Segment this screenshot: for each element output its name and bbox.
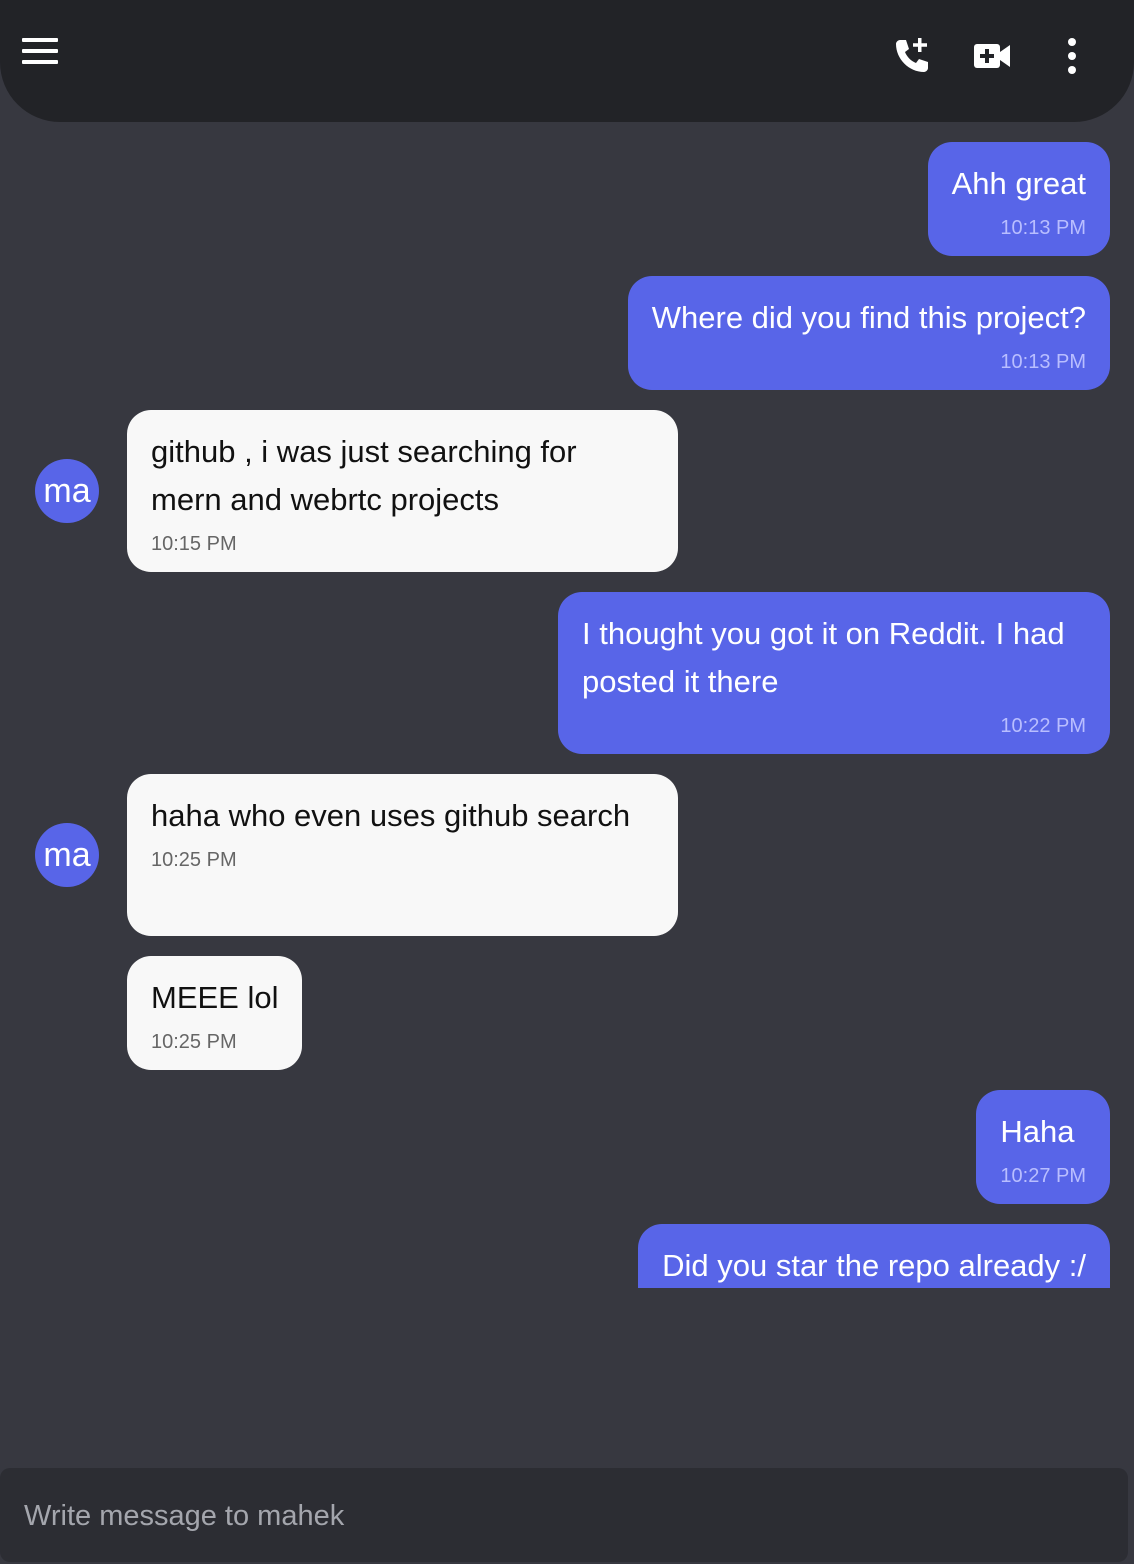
contact-avatar[interactable]: ma (35, 823, 99, 887)
chat-header (0, 0, 1134, 122)
message-text: github , i was just searching for mern a… (151, 434, 586, 517)
outgoing-message[interactable]: Haha 10:27 PM (976, 1090, 1110, 1204)
message-text: haha who even uses github search (151, 798, 631, 833)
message-time: 10:25 PM (151, 1031, 237, 1053)
message-list[interactable]: Ahh great 10:13 PM Where did you find th… (0, 122, 1134, 1288)
incoming-message[interactable]: github , i was just searching for mern a… (127, 410, 678, 572)
outgoing-message[interactable]: Did you star the repo already :/ (638, 1224, 1110, 1288)
message-time: 10:13 PM (1000, 351, 1086, 373)
message-text: MEEE lol (151, 980, 279, 1015)
incoming-message[interactable]: haha who even uses github search 10:25 P… (127, 774, 678, 936)
hamburger-menu-icon[interactable] (22, 38, 58, 64)
message-time: 10:15 PM (151, 533, 237, 555)
message-text: Haha (1000, 1114, 1075, 1149)
incoming-message[interactable]: MEEE lol 10:25 PM (127, 956, 303, 1070)
message-time: 10:22 PM (1000, 715, 1086, 737)
message-time: 10:25 PM (151, 849, 237, 871)
outgoing-message[interactable]: Ahh great 10:13 PM (927, 142, 1110, 256)
video-plus-icon[interactable] (972, 34, 1016, 78)
message-input[interactable] (22, 1468, 1110, 1564)
message-text: I thought you got it on Reddit. I had po… (582, 616, 1074, 699)
message-text: Did you star the repo already :/ (662, 1248, 1086, 1283)
outgoing-message[interactable]: I thought you got it on Reddit. I had po… (558, 592, 1110, 754)
message-time: 10:13 PM (1000, 217, 1086, 239)
phone-plus-icon[interactable] (890, 34, 934, 78)
more-vertical-icon[interactable] (1050, 34, 1094, 78)
outgoing-message[interactable]: Where did you find this project? 10:13 P… (627, 276, 1110, 390)
message-time: 10:27 PM (1000, 1165, 1086, 1187)
message-text: Where did you find this project? (651, 300, 1086, 335)
message-text: Ahh great (951, 166, 1086, 201)
contact-avatar[interactable]: ma (35, 459, 99, 523)
message-composer (0, 1468, 1128, 1564)
